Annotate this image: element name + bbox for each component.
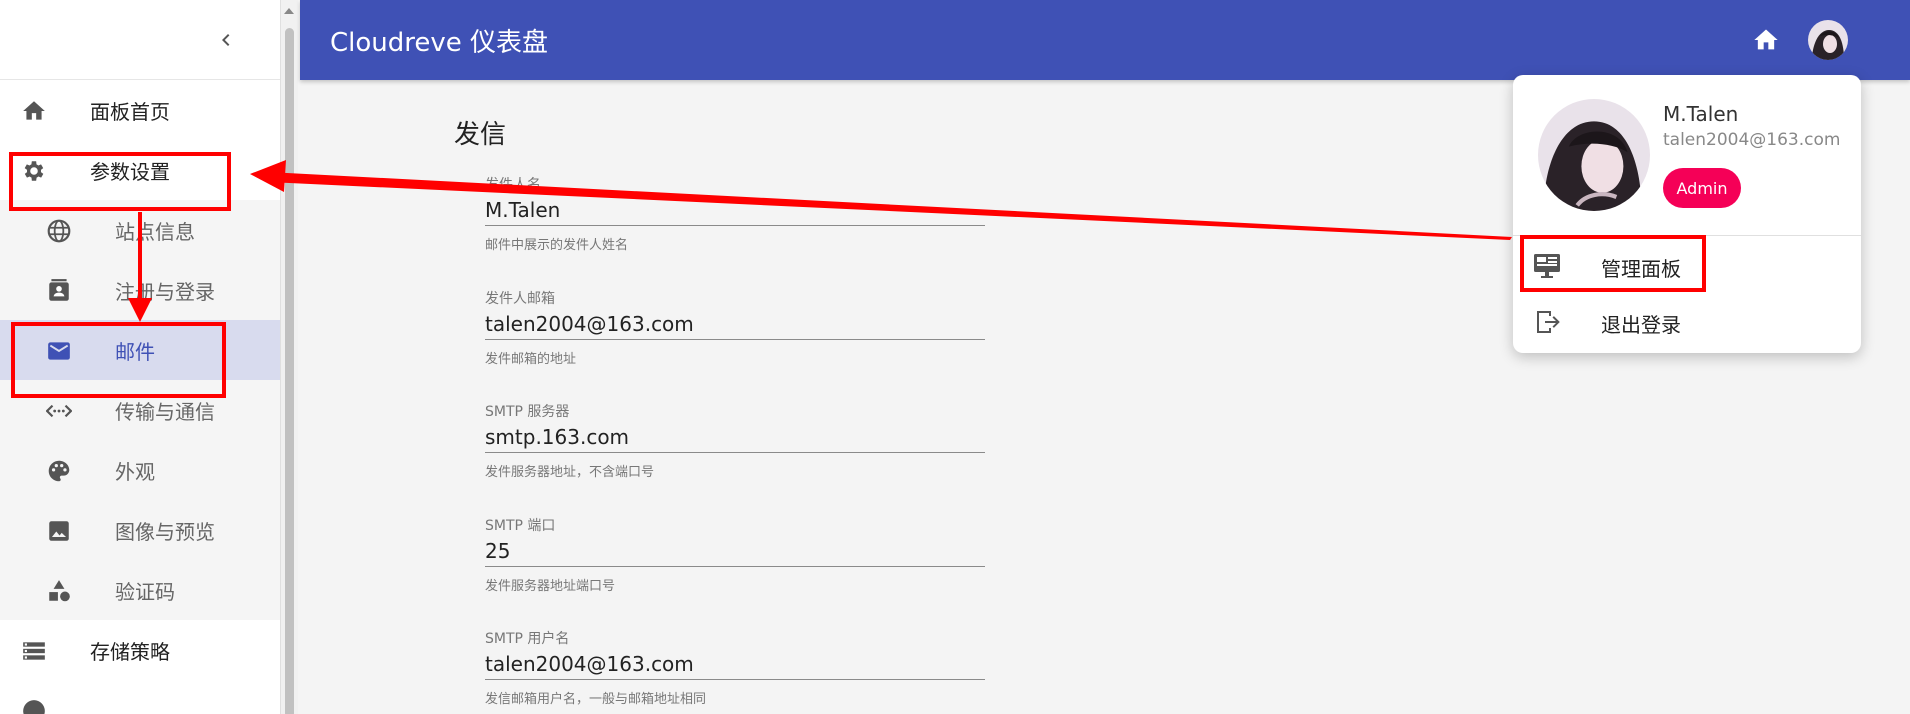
sidebar-header — [0, 0, 280, 80]
field-label: SMTP 服务器 — [485, 404, 570, 420]
home-icon — [1754, 29, 1778, 50]
avatar-image — [1538, 99, 1650, 211]
image-icon — [49, 521, 69, 541]
user-menu: M.Talen talen2004@163.com Admin 管理面板 退出登… — [1513, 75, 1861, 353]
sender-name-field[interactable]: 发件人名 M.Talen 邮件中展示的发件人姓名 — [485, 174, 985, 253]
annotation-box-admin-panel — [1520, 235, 1706, 292]
field-helper-text: 发件服务器地址端口号 — [485, 579, 616, 594]
user-avatar-large — [1538, 99, 1650, 211]
sender-email-field[interactable]: 发件人邮箱 talen2004@163.com 发件邮箱的地址 — [485, 288, 985, 367]
code-arrows-icon — [46, 404, 72, 418]
annotation-box-mail — [11, 322, 226, 398]
admin-badge: Admin — [1663, 168, 1741, 208]
sender-email-input[interactable]: talen2004@163.com — [485, 308, 985, 340]
page-title: Cloudreve 仪表盘 — [330, 28, 549, 58]
home-icon — [23, 101, 45, 120]
home-button[interactable] — [1748, 22, 1784, 58]
smtp-port-field[interactable]: SMTP 端口 25 发件服务器地址端口号 — [485, 515, 985, 594]
field-helper-text: 邮件中展示的发件人姓名 — [485, 238, 629, 253]
sidebar-scrollbar[interactable] — [281, 0, 298, 714]
avatar[interactable] — [1808, 20, 1848, 60]
app-bar: Cloudreve 仪表盘 — [300, 0, 1910, 80]
sidebar-item-image-preview[interactable]: 图像与预览 — [0, 500, 280, 560]
circle-icon — [23, 700, 45, 714]
field-label: 发件人邮箱 — [485, 291, 555, 307]
avatar-image — [1808, 20, 1848, 60]
sidebar-item-label: 验证码 — [115, 579, 175, 604]
menu-item-logout[interactable]: 退出登录 — [1513, 293, 1861, 349]
sidebar-item-label: 传输与通信 — [115, 399, 215, 424]
shapes-icon — [49, 580, 70, 602]
sidebar-scrollbar-thumb[interactable] — [285, 28, 294, 714]
globe-icon — [47, 219, 71, 243]
logout-icon — [1537, 311, 1560, 333]
annotation-box-settings — [9, 152, 231, 211]
sidebar-item-label: 站点信息 — [115, 219, 195, 244]
smtp-server-field[interactable]: SMTP 服务器 smtp.163.com 发件服务器地址，不含端口号 — [485, 401, 985, 480]
menu-item-label: 退出登录 — [1601, 313, 1681, 337]
chevron-left-icon — [222, 34, 230, 46]
sidebar-item-label: 图像与预览 — [115, 519, 215, 544]
field-label: 发件人名 — [485, 177, 541, 193]
field-helper-text: 发件服务器地址，不含端口号 — [485, 465, 655, 480]
user-name: M.Talen — [1663, 102, 1739, 126]
sidebar-item-dashboard-home[interactable]: 面板首页 — [0, 80, 280, 140]
smtp-username-field[interactable]: SMTP 用户名 talen2004@163.com 发信邮箱用户名，一般与邮箱… — [485, 628, 985, 707]
sidebar-item-label: 外观 — [115, 459, 155, 484]
smtp-server-input[interactable]: smtp.163.com — [485, 421, 985, 453]
sidebar-item-storage-policy[interactable]: 存储策略 — [0, 620, 280, 680]
sidebar-item-label: 注册与登录 — [115, 279, 215, 304]
sender-name-input[interactable]: M.Talen — [485, 194, 985, 226]
sidebar-item-appearance[interactable]: 外观 — [0, 440, 280, 500]
scroll-up-arrow-icon[interactable] — [284, 8, 294, 14]
smtp-username-input[interactable]: talen2004@163.com — [485, 648, 985, 680]
field-helper-text: 发信邮箱用户名，一般与邮箱地址相同 — [485, 692, 707, 707]
contact-card-icon — [49, 279, 69, 301]
sidebar-item-label: 存储策略 — [90, 639, 170, 664]
field-label: SMTP 用户名 — [485, 631, 570, 647]
smtp-port-input[interactable]: 25 — [485, 535, 985, 567]
palette-icon — [48, 460, 70, 482]
field-helper-text: 发件邮箱的地址 — [485, 352, 577, 367]
sidebar-item-label: 面板首页 — [90, 99, 170, 124]
user-email: talen2004@163.com — [1663, 130, 1841, 150]
storage-list-icon — [23, 642, 45, 660]
sidebar-item-register-login[interactable]: 注册与登录 — [0, 260, 280, 320]
collapse-sidebar-button[interactable] — [208, 22, 244, 58]
sidebar-item-partial[interactable] — [0, 680, 280, 714]
section-title: 发信 — [454, 120, 507, 150]
field-label: SMTP 端口 — [485, 518, 556, 534]
sidebar-item-captcha[interactable]: 验证码 — [0, 560, 280, 620]
